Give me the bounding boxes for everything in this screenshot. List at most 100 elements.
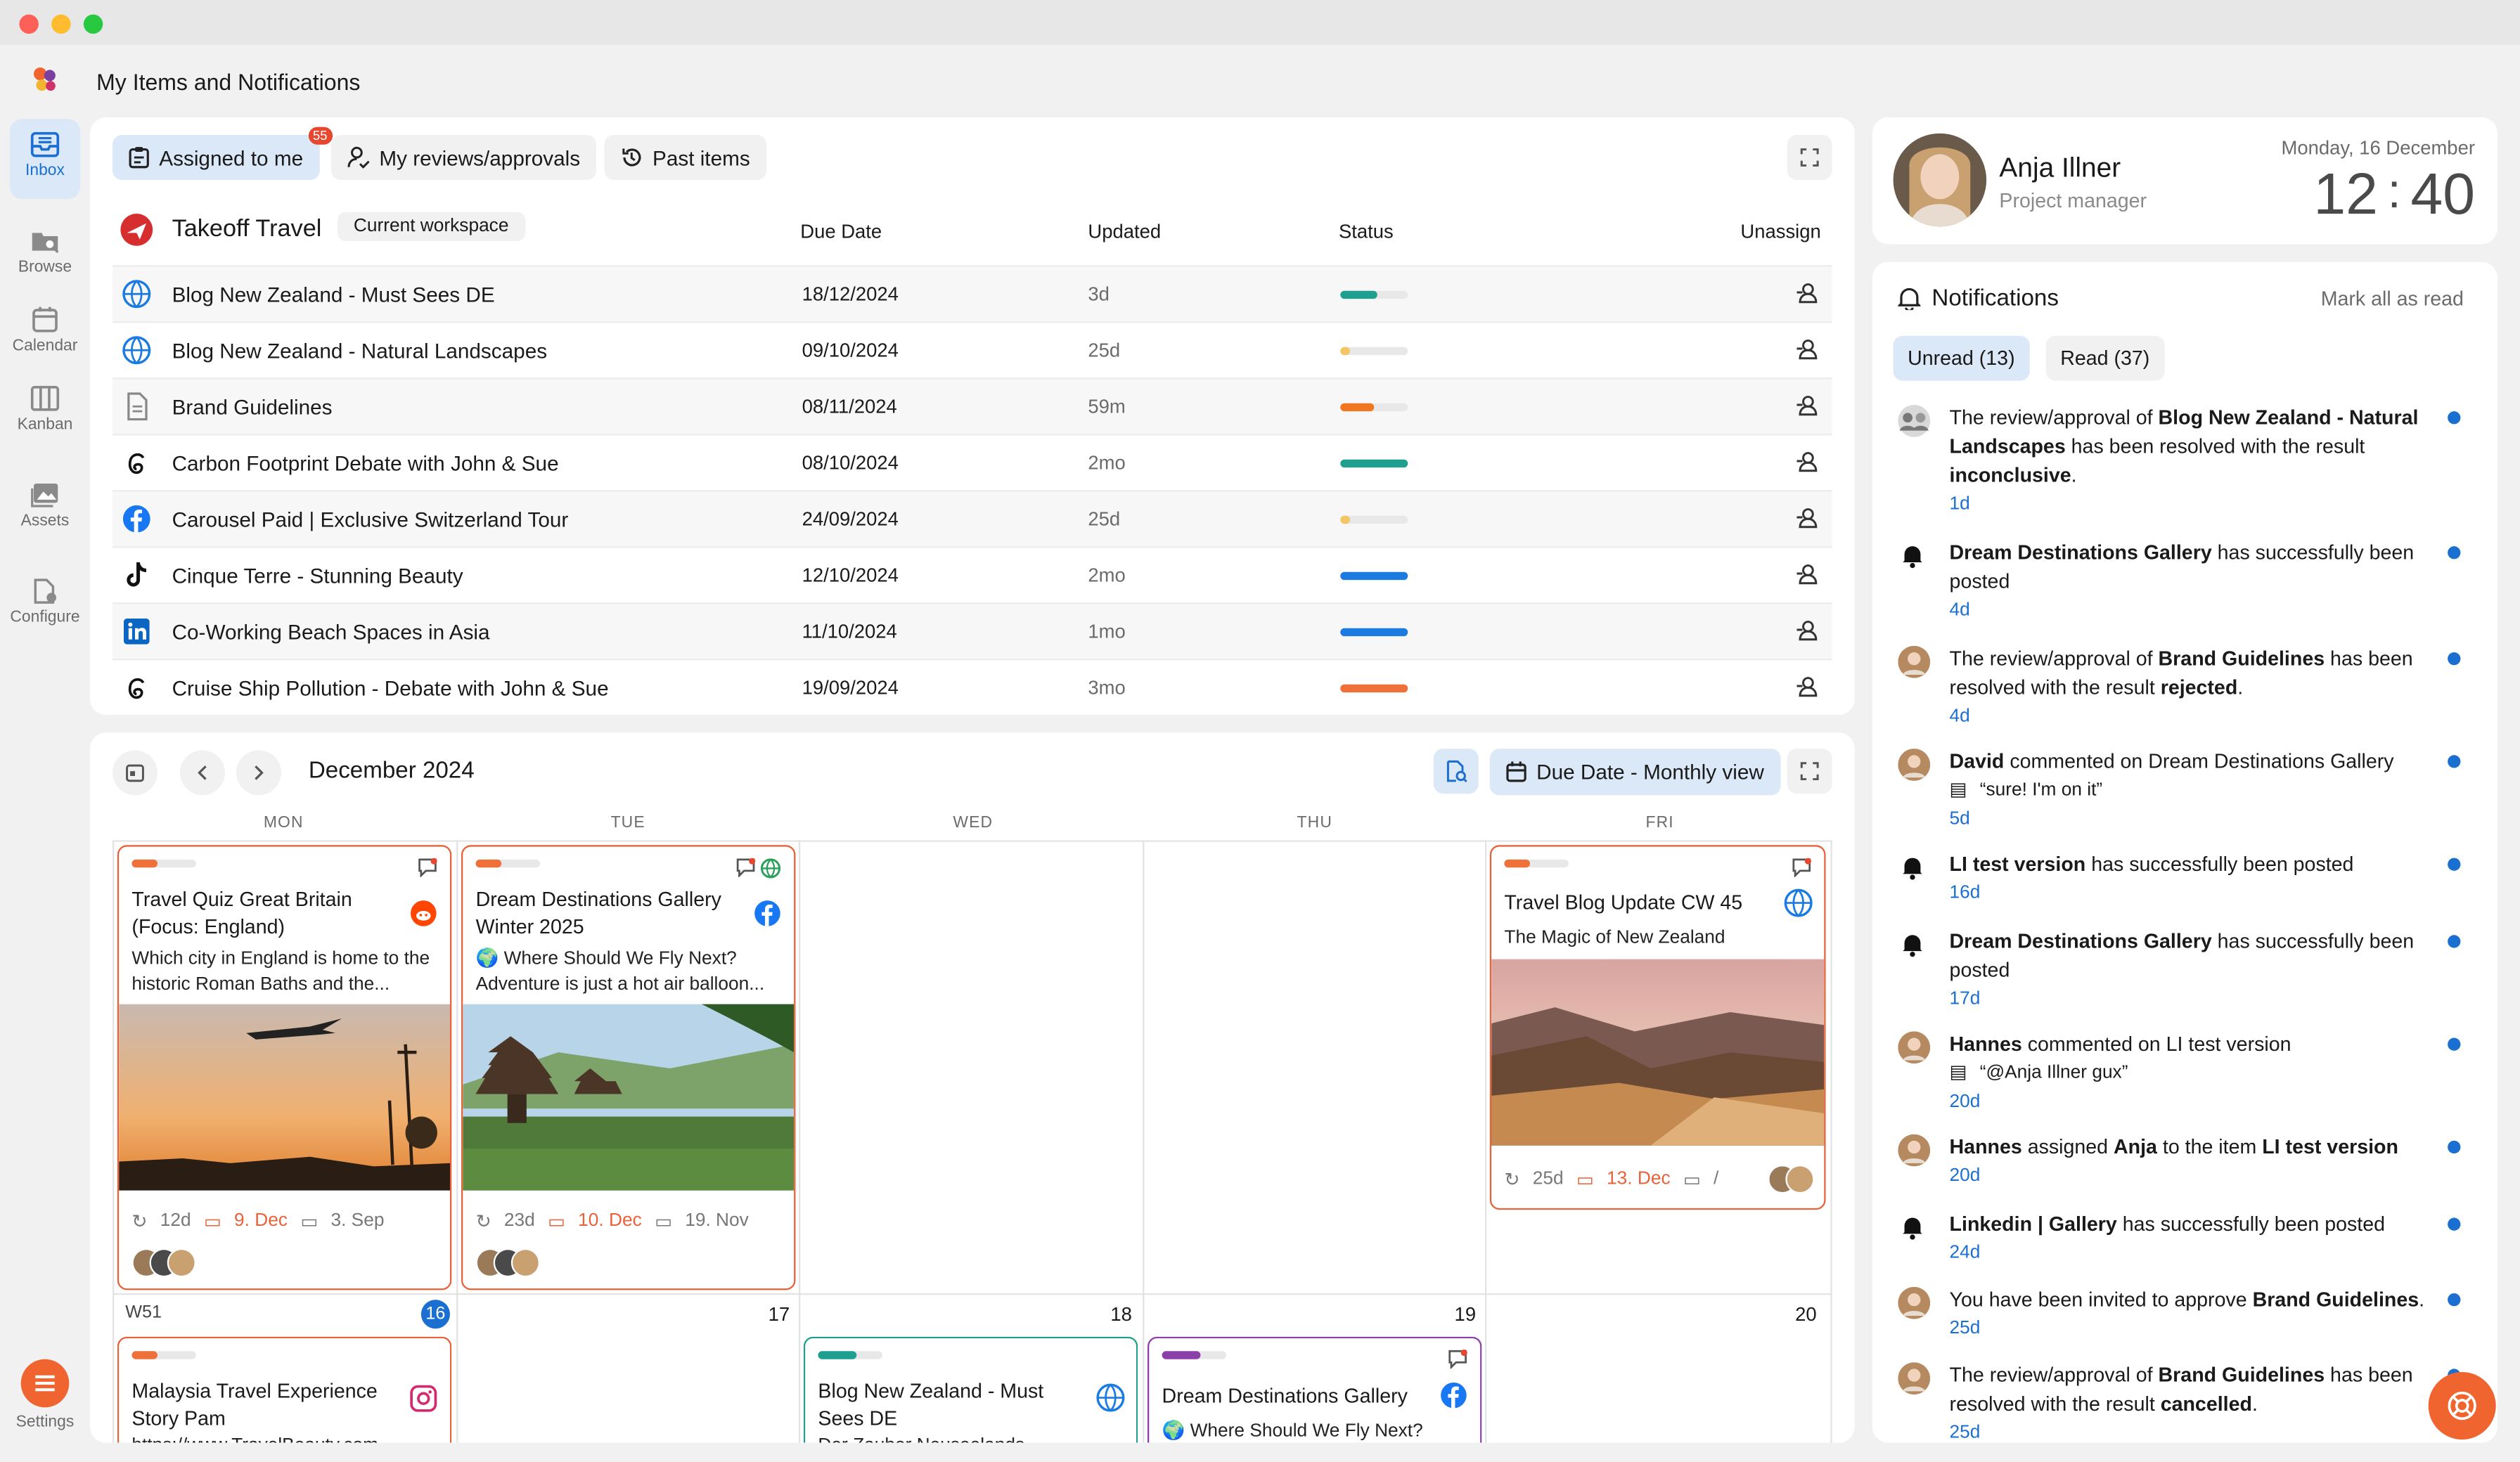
- close-window-button[interactable]: [19, 14, 39, 34]
- table-row[interactable]: Carbon Footprint Debate with John & Sue 0…: [112, 434, 1832, 491]
- column-header-updated[interactable]: Updated: [1088, 220, 1161, 242]
- sidebar-item-kanban[interactable]: Kanban: [10, 373, 81, 453]
- sidebar-item-configure[interactable]: Configure: [10, 566, 81, 646]
- column-header-unassign: Unassign: [1740, 220, 1821, 243]
- table-row[interactable]: Blog New Zealand - Must Sees DE 18/12/202…: [112, 265, 1832, 322]
- unassign-icon[interactable]: [1796, 395, 1819, 421]
- due-date-icon: ▭: [203, 1212, 221, 1233]
- calendar-card[interactable]: Blog New Zealand - Must Sees DE Der Zaub…: [803, 1336, 1138, 1443]
- sidebar: Inbox Browse Calendar Kanban Assets Conf…: [0, 45, 90, 1462]
- table-row[interactable]: Cruise Ship Pollution - Debate with John…: [112, 659, 1832, 716]
- group-avatar: [1898, 404, 1931, 437]
- sidebar-item-label: Calendar: [12, 337, 78, 356]
- sidebar-item-browse[interactable]: Browse: [10, 215, 81, 295]
- avatar: [1785, 1165, 1815, 1194]
- minimize-window-button[interactable]: [51, 14, 71, 34]
- facebook-icon: [122, 505, 151, 533]
- instagram-icon: [410, 1385, 437, 1412]
- unread-dot: [2448, 546, 2461, 559]
- calendar-card[interactable]: Dream Destinations Gallery Winter 2025 🌍…: [461, 845, 796, 1290]
- item-name[interactable]: Carbon Footprint Debate with John & Sue: [172, 451, 559, 475]
- export-button[interactable]: [1433, 749, 1479, 794]
- grid-line: [1143, 840, 1145, 1443]
- threads-icon: [122, 673, 151, 702]
- card-title: Blog New Zealand - Must Sees DE: [818, 1380, 1044, 1430]
- today-button[interactable]: [112, 750, 158, 796]
- tab-assigned-to-me[interactable]: Assigned to me 55: [112, 127, 333, 180]
- sidebar-item-inbox[interactable]: Inbox: [9, 119, 81, 200]
- status-bar: [1340, 459, 1408, 468]
- comment-text: “@Anja Illner gux”: [1979, 1063, 2128, 1083]
- unassign-icon[interactable]: [1796, 507, 1819, 533]
- linkedin-icon: [122, 617, 151, 646]
- notif-text: .: [2251, 1392, 2258, 1416]
- column-header-due-date[interactable]: Due Date: [800, 220, 882, 242]
- day-header-mon: MON: [263, 814, 304, 832]
- avatar[interactable]: [1893, 133, 1987, 227]
- bell-icon: [1898, 929, 1930, 961]
- table-row[interactable]: Blog New Zealand - Natural Landscapes 09/…: [112, 321, 1832, 378]
- help-button[interactable]: [2428, 1371, 2496, 1440]
- item-due-date: 09/10/2024: [802, 339, 899, 362]
- view-selector-label: Due Date - Monthly view: [1536, 760, 1764, 784]
- tab-reviews-approvals[interactable]: My reviews/approvals: [330, 134, 596, 180]
- expand-calendar-button[interactable]: [1787, 749, 1832, 794]
- sidebar-item-label: Browse: [18, 258, 72, 277]
- unassign-icon[interactable]: [1796, 339, 1819, 365]
- settings-icon: [20, 1359, 70, 1408]
- sidebar-item-calendar[interactable]: Calendar: [10, 294, 81, 374]
- calendar-card[interactable]: Travel Quiz Great Britain (Focus: Englan…: [117, 845, 452, 1290]
- notif-highlight: Anja: [2114, 1135, 2157, 1158]
- sidebar-item-settings[interactable]: Settings: [10, 1359, 81, 1432]
- notif-time: 25d: [1949, 1423, 1981, 1443]
- notif-highlight: Dream Destinations Gallery: [1949, 930, 2212, 953]
- view-selector[interactable]: Due Date - Monthly view: [1489, 749, 1780, 796]
- calendar-icon: [32, 306, 58, 332]
- table-row[interactable]: Brand Guidelines 08/11/2024 59m: [112, 377, 1832, 434]
- card-age: 25d: [1532, 1169, 1564, 1189]
- unassign-icon[interactable]: [1796, 676, 1819, 702]
- avatar: [1898, 1286, 1931, 1319]
- item-name[interactable]: Blog New Zealand - Must Sees DE: [172, 283, 495, 306]
- notif-text: to the item: [2156, 1135, 2263, 1158]
- item-name[interactable]: Blog New Zealand - Natural Landscapes: [172, 339, 548, 363]
- item-name[interactable]: Co-Working Beach Spaces in Asia: [172, 620, 490, 644]
- clock-hours: 12: [2313, 160, 2378, 227]
- expand-button[interactable]: [1787, 134, 1832, 180]
- next-month-button[interactable]: [236, 750, 281, 796]
- item-name[interactable]: Carousel Paid | Exclusive Switzerland To…: [172, 507, 569, 531]
- maximize-window-button[interactable]: [83, 14, 103, 34]
- item-name[interactable]: Cruise Ship Pollution - Debate with John…: [172, 676, 609, 700]
- assignee-avatars: [475, 1248, 540, 1278]
- calendar-card[interactable]: Travel Blog Update CW 45 The Magic of Ne…: [1489, 845, 1826, 1210]
- table-row[interactable]: Co-Working Beach Spaces in Asia 11/10/202…: [112, 602, 1832, 659]
- item-due-date: 19/09/2024: [802, 676, 899, 699]
- item-name[interactable]: Cinque Terre - Stunning Beauty: [172, 564, 463, 588]
- sidebar-item-assets[interactable]: Assets: [10, 469, 81, 549]
- unassign-icon[interactable]: [1796, 451, 1819, 477]
- avatar: [1898, 1134, 1931, 1167]
- unassign-icon[interactable]: [1796, 283, 1819, 309]
- notif-time: 4d: [1949, 706, 1970, 727]
- tab-label: My reviews/approvals: [379, 145, 581, 170]
- table-row[interactable]: Cinque Terre - Stunning Beauty 12/10/2024…: [112, 546, 1832, 603]
- notif-body: The review/approval of Brand Guidelines …: [1950, 645, 2432, 731]
- app-logo-icon[interactable]: [29, 64, 61, 96]
- item-name[interactable]: Brand Guidelines: [172, 395, 333, 419]
- previous-month-button[interactable]: [179, 750, 225, 796]
- calendar-card[interactable]: Malaysia Travel Experience Story Pam htt…: [117, 1336, 452, 1443]
- table-row[interactable]: Carousel Paid | Exclusive Switzerland To…: [112, 490, 1832, 547]
- tab-past-items[interactable]: Past items: [604, 134, 766, 180]
- card-title: Dream Destinations Gallery Winter 2025: [475, 888, 721, 938]
- unassign-icon[interactable]: [1796, 564, 1819, 590]
- workspace-logo-icon: [120, 213, 153, 246]
- globe-icon: [122, 336, 151, 365]
- assignee-avatars: [131, 1248, 196, 1278]
- column-header-status[interactable]: Status: [1339, 220, 1394, 242]
- document-search-icon: [1446, 760, 1467, 783]
- lifebuoy-icon: [2448, 1391, 2476, 1421]
- calendar-card[interactable]: Dream Destinations Gallery 🌍 Where Shoul…: [1147, 1336, 1482, 1443]
- unassign-icon[interactable]: [1796, 620, 1819, 646]
- item-updated: 59m: [1088, 395, 1126, 418]
- item-updated: 25d: [1088, 339, 1121, 362]
